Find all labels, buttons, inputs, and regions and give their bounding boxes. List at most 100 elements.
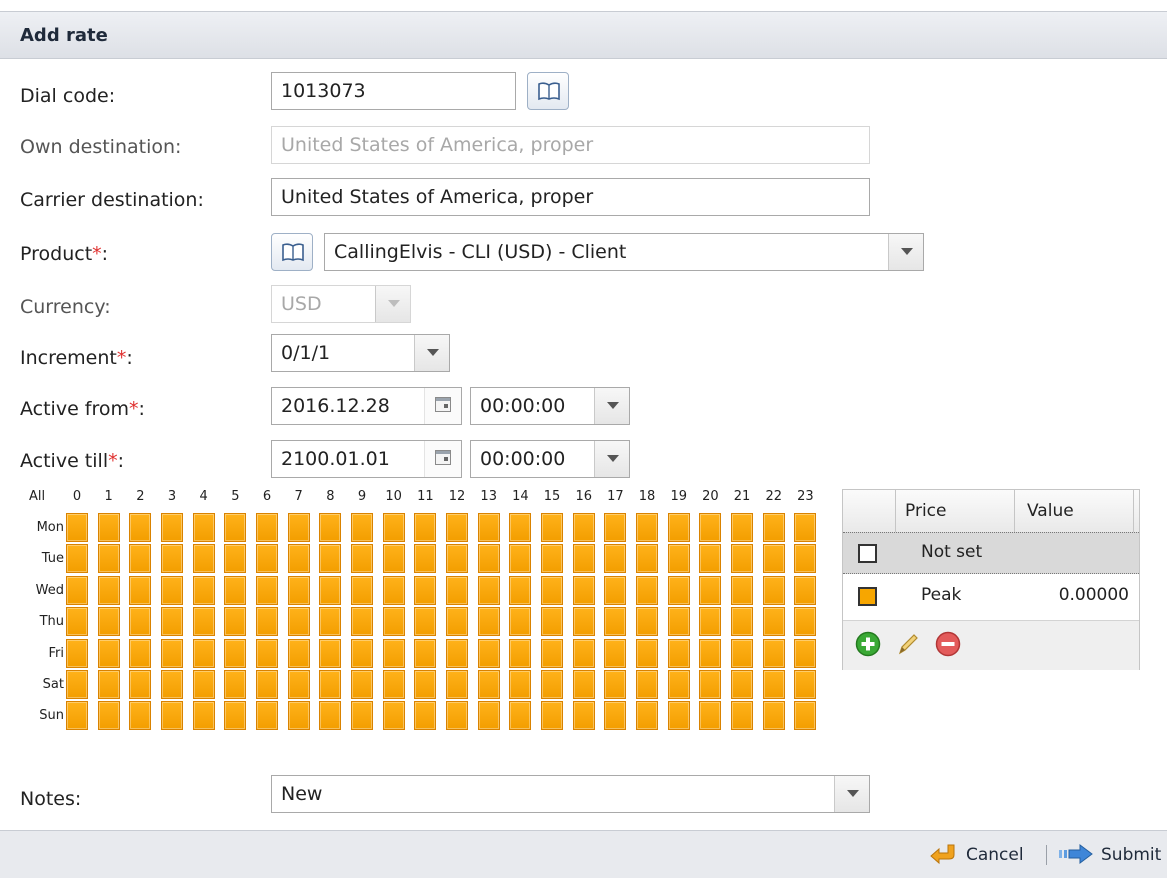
schedule-cell[interactable] (129, 513, 152, 542)
schedule-cell[interactable] (161, 575, 183, 605)
schedule-cell[interactable] (351, 607, 374, 637)
schedule-cell[interactable] (699, 701, 722, 731)
schedule-cell[interactable] (604, 544, 627, 574)
schedule-cell[interactable] (66, 670, 88, 699)
schedule-select-all[interactable]: All (24, 489, 50, 504)
schedule-cell[interactable] (477, 513, 500, 542)
schedule-cell[interactable] (541, 544, 564, 574)
schedule-cell[interactable] (699, 513, 722, 542)
hour-header[interactable]: 6 (257, 489, 277, 504)
schedule-cell[interactable] (572, 513, 595, 542)
schedule-cell[interactable] (351, 701, 374, 731)
schedule-cell[interactable] (667, 607, 690, 637)
schedule-cell[interactable] (414, 513, 437, 542)
schedule-cell[interactable] (129, 638, 152, 668)
schedule-cell[interactable] (66, 513, 88, 542)
day-header[interactable]: Tue (18, 551, 64, 566)
schedule-cell[interactable] (382, 575, 405, 605)
schedule-cell[interactable] (319, 701, 342, 731)
schedule-cell[interactable] (699, 544, 722, 574)
schedule-cell[interactable] (731, 607, 754, 637)
schedule-cell[interactable] (161, 607, 183, 637)
schedule-cell[interactable] (699, 670, 722, 699)
schedule-cell[interactable] (572, 638, 595, 668)
schedule-cell[interactable] (509, 513, 532, 542)
schedule-cell[interactable] (351, 513, 374, 542)
schedule-cell[interactable] (382, 513, 405, 542)
schedule-cell[interactable] (731, 670, 754, 699)
schedule-cell[interactable] (446, 513, 469, 542)
schedule-cell[interactable] (66, 607, 88, 637)
schedule-cell[interactable] (446, 575, 469, 605)
schedule-cell[interactable] (794, 544, 817, 574)
schedule-cell[interactable] (636, 575, 659, 605)
schedule-cell[interactable] (667, 513, 690, 542)
schedule-cell[interactable] (509, 638, 532, 668)
schedule-cell[interactable] (161, 670, 183, 699)
schedule-cell[interactable] (66, 544, 88, 574)
schedule-cell[interactable] (699, 638, 722, 668)
submit-button[interactable]: Submit (1058, 831, 1167, 878)
schedule-cell[interactable] (224, 701, 247, 731)
hour-header[interactable]: 20 (700, 489, 720, 504)
schedule-cell[interactable] (319, 638, 342, 668)
schedule-cell[interactable] (604, 638, 627, 668)
price-column-header[interactable]: Price (895, 490, 1015, 532)
schedule-cell[interactable] (192, 607, 215, 637)
price-row-peak[interactable]: Peak 0.00000 (843, 576, 1139, 618)
schedule-cell[interactable] (256, 513, 279, 542)
add-icon[interactable] (855, 631, 881, 657)
hour-header[interactable]: 23 (795, 489, 815, 504)
schedule-cell[interactable] (382, 701, 405, 731)
schedule-cell[interactable] (414, 670, 437, 699)
schedule-cell[interactable] (446, 544, 469, 574)
schedule-cell[interactable] (636, 607, 659, 637)
day-header[interactable]: Thu (18, 614, 64, 629)
hour-header[interactable]: 11 (415, 489, 435, 504)
schedule-cell[interactable] (287, 607, 310, 637)
schedule-cell[interactable] (477, 638, 500, 668)
hour-header[interactable]: 2 (130, 489, 150, 504)
schedule-cell[interactable] (667, 544, 690, 574)
schedule-cell[interactable] (319, 670, 342, 699)
schedule-cell[interactable] (287, 670, 310, 699)
schedule-cell[interactable] (731, 513, 754, 542)
schedule-cell[interactable] (477, 544, 500, 574)
product-select[interactable]: CallingElvis - CLI (USD) - Client (324, 233, 924, 271)
schedule-cell[interactable] (287, 513, 310, 542)
schedule-cell[interactable] (129, 575, 152, 605)
schedule-cell[interactable] (477, 607, 500, 637)
schedule-cell[interactable] (224, 575, 247, 605)
schedule-cell[interactable] (382, 638, 405, 668)
schedule-cell[interactable] (446, 701, 469, 731)
carrier-destination-input[interactable]: United States of America, proper (271, 178, 870, 216)
price-row-not-set[interactable]: Not set (843, 532, 1139, 574)
day-header[interactable]: Mon (18, 520, 64, 535)
schedule-cell[interactable] (667, 701, 690, 731)
product-lookup-button[interactable] (271, 233, 313, 271)
hour-header[interactable]: 15 (542, 489, 562, 504)
schedule-cell[interactable] (794, 701, 817, 731)
day-header[interactable]: Wed (18, 583, 64, 598)
notes-select[interactable]: New (271, 775, 870, 813)
schedule-cell[interactable] (604, 701, 627, 731)
schedule-cell[interactable] (351, 575, 374, 605)
schedule-cell[interactable] (477, 670, 500, 699)
schedule-cell[interactable] (161, 513, 183, 542)
schedule-cell[interactable] (161, 701, 183, 731)
schedule-cell[interactable] (794, 575, 817, 605)
schedule-cell[interactable] (446, 638, 469, 668)
schedule-cell[interactable] (192, 544, 215, 574)
schedule-cell[interactable] (129, 701, 152, 731)
schedule-cell[interactable] (762, 638, 785, 668)
schedule-cell[interactable] (414, 607, 437, 637)
schedule-cell[interactable] (762, 544, 785, 574)
dial-code-lookup-button[interactable] (527, 72, 569, 110)
schedule-cell[interactable] (224, 607, 247, 637)
hour-header[interactable]: 14 (510, 489, 530, 504)
hour-header[interactable]: 3 (162, 489, 182, 504)
hour-header[interactable]: 16 (574, 489, 594, 504)
schedule-cell[interactable] (604, 513, 627, 542)
chevron-down-icon[interactable] (594, 441, 629, 477)
schedule-cell[interactable] (541, 701, 564, 731)
